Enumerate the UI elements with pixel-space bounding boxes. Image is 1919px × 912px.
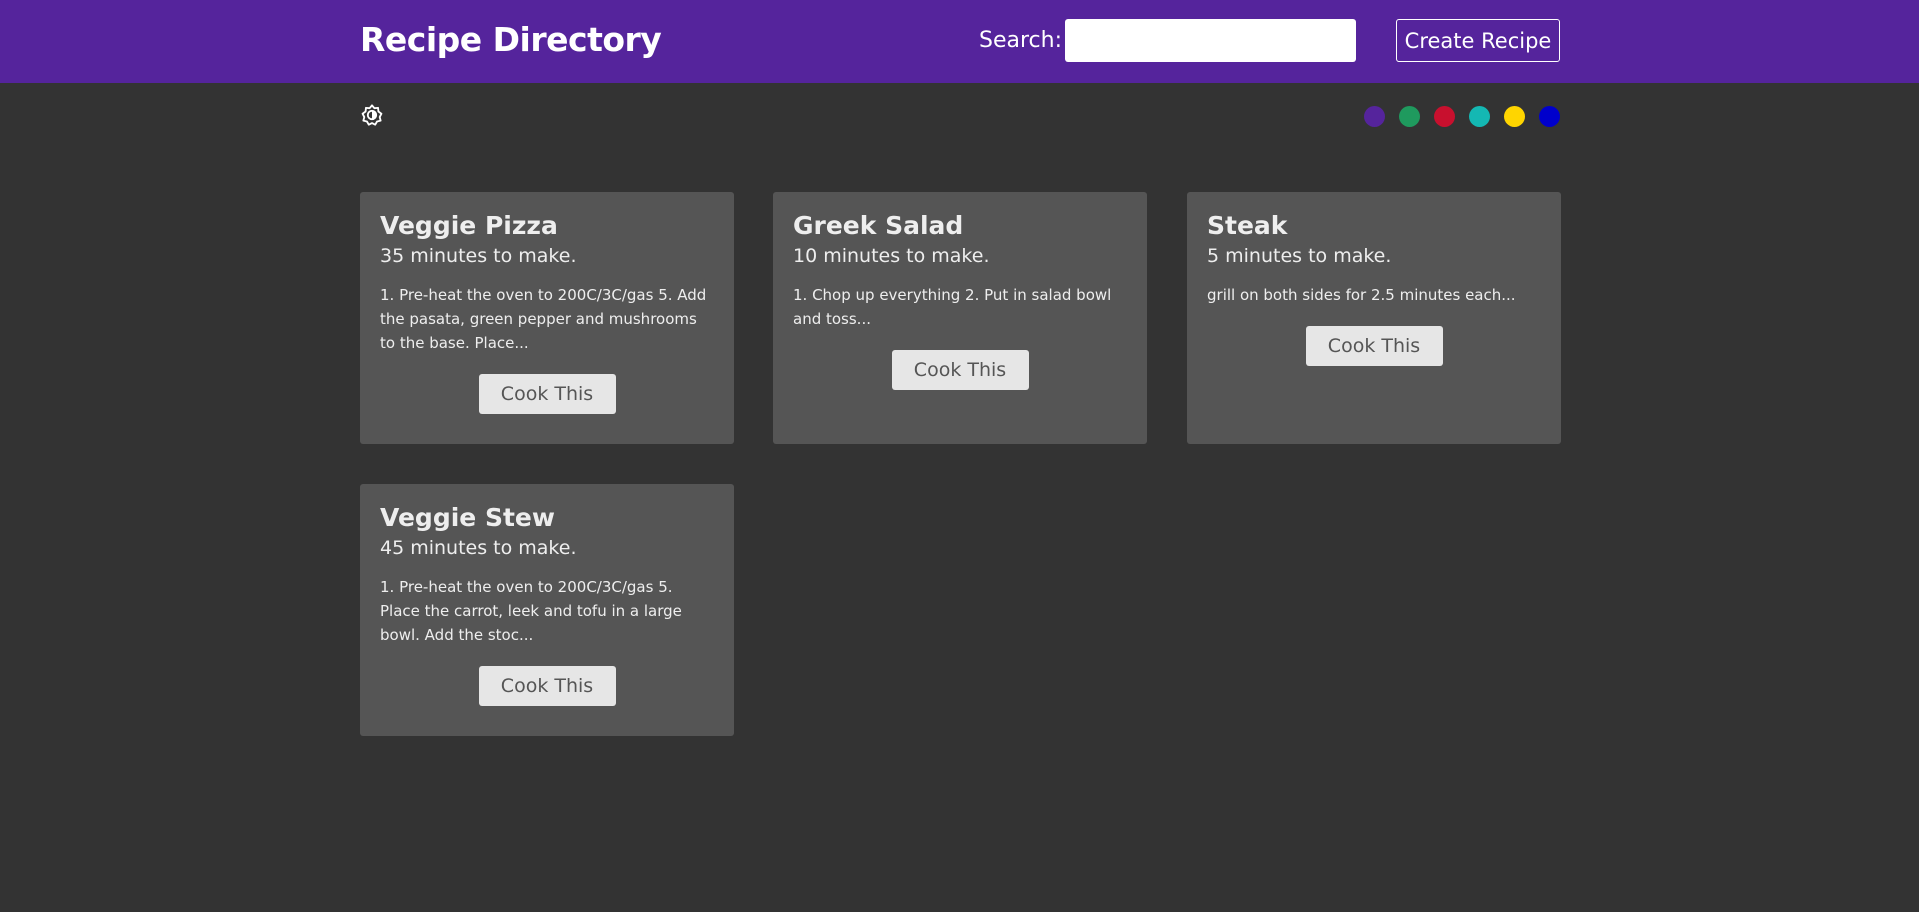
recipe-description: 1. Chop up everything 2. Put in salad bo… [793, 286, 1112, 328]
cook-button-wrap: Cook This [1207, 326, 1541, 366]
recipe-title: Veggie Stew [380, 503, 555, 532]
recipe-title: Veggie Pizza [380, 211, 558, 240]
color-swatch-green[interactable] [1399, 106, 1420, 127]
recipe-description: grill on both sides for 2.5 minutes each… [1207, 286, 1516, 304]
recipe-title: Steak [1207, 211, 1288, 240]
app-title[interactable]: Recipe Directory [360, 20, 662, 59]
recipe-card: Veggie Pizza 35 minutes to make. 1. Pre-… [360, 192, 734, 444]
cook-this-button[interactable]: Cook This [891, 350, 1029, 390]
recipe-description: 1. Pre-heat the oven to 200C/3C/gas 5. A… [380, 286, 707, 352]
recipe-time: 35 minutes to make. [380, 245, 577, 267]
app-header: Recipe Directory Search: Create Recipe [0, 0, 1919, 83]
recipe-card: Veggie Stew 45 minutes to make. 1. Pre-h… [360, 484, 734, 736]
search-label: Search: [979, 28, 1062, 53]
cook-this-button[interactable]: Cook This [1305, 326, 1443, 366]
color-swatch-red[interactable] [1434, 106, 1455, 127]
create-recipe-button[interactable]: Create Recipe [1396, 19, 1560, 62]
recipe-card: Steak 5 minutes to make. grill on both s… [1187, 192, 1561, 444]
cook-this-button[interactable]: Cook This [478, 374, 616, 414]
recipe-time: 10 minutes to make. [793, 245, 990, 267]
theme-color-picker [1364, 106, 1560, 127]
recipe-time: 5 minutes to make. [1207, 245, 1392, 267]
recipe-description: 1. Pre-heat the oven to 200C/3C/gas 5. P… [380, 578, 682, 644]
recipe-title: Greek Salad [793, 211, 964, 240]
search-input[interactable] [1065, 19, 1356, 62]
cook-button-wrap: Cook This [380, 374, 714, 414]
color-swatch-teal[interactable] [1469, 106, 1490, 127]
cook-button-wrap: Cook This [380, 666, 714, 706]
color-swatch-blue[interactable] [1539, 106, 1560, 127]
color-swatch-purple[interactable] [1364, 106, 1385, 127]
cook-this-button[interactable]: Cook This [478, 666, 616, 706]
recipe-card: Greek Salad 10 minutes to make. 1. Chop … [773, 192, 1147, 444]
brightness-icon[interactable] [361, 104, 383, 126]
color-swatch-yellow[interactable] [1504, 106, 1525, 127]
cook-button-wrap: Cook This [793, 350, 1127, 390]
recipe-time: 45 minutes to make. [380, 537, 577, 559]
